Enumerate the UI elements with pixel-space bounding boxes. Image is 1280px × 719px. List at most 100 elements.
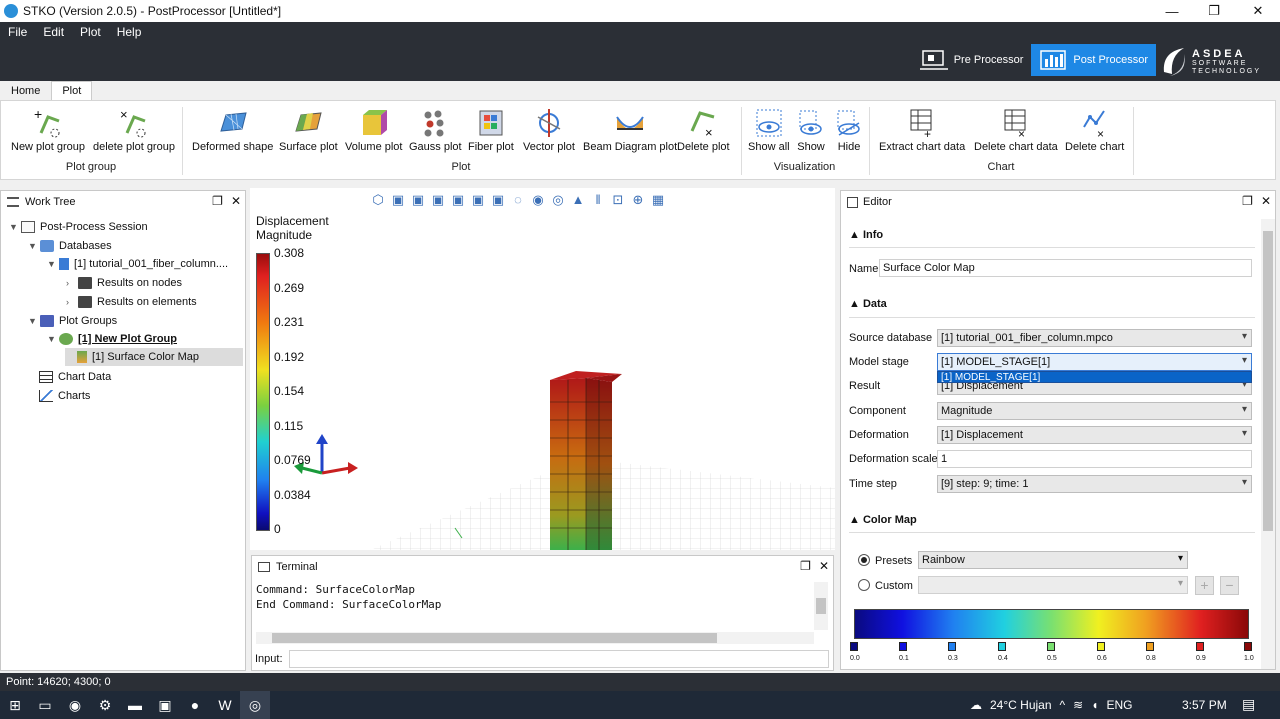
tree-node-results-nodes[interactable]: › Results on nodes — [66, 274, 182, 292]
view-right-icon[interactable]: ▣ — [450, 192, 466, 208]
tree-node-chart-data[interactable]: Chart Data — [39, 368, 111, 386]
def-scale-input[interactable]: 1 — [937, 450, 1252, 468]
post-processor-button[interactable]: Post Processor — [1031, 44, 1156, 76]
color-stop-handle[interactable] — [850, 642, 858, 651]
custom-radio[interactable] — [858, 579, 870, 591]
show-all-view-icon[interactable]: ◌ — [510, 192, 526, 208]
menu-help[interactable]: Help — [109, 22, 150, 42]
close-button[interactable]: ✕ — [1236, 0, 1280, 22]
section-colormap-header[interactable]: ▲ Color Map — [849, 514, 917, 526]
delete-chart-button[interactable]: × Delete chart — [1065, 107, 1124, 153]
windows-start-icon[interactable]: ⊞ — [0, 691, 30, 719]
presets-select[interactable]: Rainbow ▾ — [918, 551, 1188, 569]
close-icon[interactable]: ✕ — [231, 194, 241, 208]
tree-node-database-file[interactable]: ▼ [1] tutorial_001_fiber_column.... — [47, 255, 228, 273]
menu-plot[interactable]: Plot — [72, 22, 109, 42]
custom-select[interactable]: ▾ — [918, 576, 1188, 594]
close-icon[interactable]: ✕ — [819, 559, 829, 573]
presets-radio[interactable] — [858, 554, 870, 566]
tree-node-new-plot-group[interactable]: ▼ [1] New Plot Group — [47, 330, 177, 348]
deformed-shape-button[interactable]: Deformed shape — [192, 107, 273, 153]
section-data-header[interactable]: ▲ Data — [849, 298, 887, 310]
colormap-bar[interactable] — [854, 609, 1249, 639]
color-stop-handle[interactable] — [948, 642, 956, 651]
file-explorer-icon[interactable]: ▬ — [120, 691, 150, 719]
chevron-down-icon[interactable]: ▼ — [47, 259, 59, 269]
show-all-button[interactable]: Show all — [748, 107, 790, 153]
tab-home[interactable]: Home — [0, 81, 51, 101]
view-front-icon[interactable]: ▣ — [390, 192, 406, 208]
wifi-icon[interactable]: ≋ — [1073, 698, 1083, 712]
delete-plot-group-button[interactable]: × delete plot group — [93, 107, 175, 153]
float-icon[interactable]: ❐ — [1242, 194, 1253, 208]
minimize-button[interactable]: — — [1150, 0, 1194, 22]
show-button[interactable]: Show — [796, 107, 826, 153]
store-icon[interactable]: ▣ — [150, 691, 180, 719]
component-select[interactable]: Magnitude ▾ — [937, 402, 1252, 420]
color-stop-handle[interactable] — [998, 642, 1006, 651]
weather-text[interactable]: 24°C Hujan — [990, 698, 1052, 712]
grid-toggle-icon[interactable]: ▦ — [650, 192, 666, 208]
word-icon[interactable]: W — [210, 691, 240, 719]
show-view-icon[interactable]: ◉ — [530, 192, 546, 208]
surface-plot-button[interactable]: Surface plot — [279, 107, 338, 153]
float-icon[interactable]: ❐ — [800, 559, 811, 573]
menu-file[interactable]: File — [0, 22, 35, 42]
name-input[interactable]: Surface Color Map — [879, 259, 1252, 277]
color-stop-handle[interactable] — [1196, 642, 1204, 651]
view-iso-icon[interactable]: ⬡ — [370, 192, 386, 208]
notification-icon[interactable]: ▤ — [1242, 696, 1255, 713]
color-stop-handle[interactable] — [1244, 642, 1252, 651]
speaker-icon[interactable]: ◖ — [1091, 698, 1098, 712]
tree-node-charts[interactable]: Charts — [39, 387, 90, 405]
chevron-right-icon[interactable]: › — [66, 278, 78, 288]
fiber-plot-button[interactable]: Fiber plot — [468, 107, 514, 153]
gauss-plot-button[interactable]: Gauss plot — [409, 107, 462, 153]
language-indicator[interactable]: ENG — [1106, 698, 1132, 712]
chevron-down-icon[interactable]: ▼ — [9, 222, 21, 232]
perspective-icon[interactable]: ▲ — [570, 192, 586, 208]
timestep-select[interactable]: [9] step: 9; time: 1 ▾ — [937, 475, 1252, 493]
float-icon[interactable]: ❐ — [212, 194, 223, 208]
beam-diagram-plot-button[interactable]: Beam Diagram plot — [583, 107, 677, 153]
hide-view-icon[interactable]: ◎ — [550, 192, 566, 208]
volume-plot-button[interactable]: Volume plot — [345, 107, 402, 153]
extract-chart-data-button[interactable]: + Extract chart data — [879, 107, 965, 153]
delete-chart-data-button[interactable]: × Delete chart data — [974, 107, 1058, 153]
deformation-select[interactable]: [1] Displacement ▾ — [937, 426, 1252, 444]
view-back-icon[interactable]: ▣ — [410, 192, 426, 208]
pre-processor-button[interactable]: Pre Processor — [912, 44, 1032, 76]
tree-node-surface-color-map[interactable]: [1] Surface Color Map — [65, 348, 243, 366]
close-icon[interactable]: ✕ — [1261, 194, 1271, 208]
view-top-icon[interactable]: ▣ — [470, 192, 486, 208]
color-stop-handle[interactable] — [899, 642, 907, 651]
section-info-header[interactable]: ▲ Info — [849, 229, 883, 241]
zoom-app-icon[interactable]: ● — [180, 691, 210, 719]
chevron-down-icon[interactable]: ▼ — [47, 334, 59, 344]
chevron-up-icon[interactable]: ^ — [1060, 698, 1066, 712]
color-stop-handle[interactable] — [1097, 642, 1105, 651]
zoom-icon[interactable]: ⊕ — [630, 192, 646, 208]
tree-node-results-elements[interactable]: › Results on elements — [66, 293, 197, 311]
clock[interactable]: 3:57 PM — [1182, 698, 1227, 712]
command-input[interactable] — [289, 650, 829, 668]
tree-node-databases[interactable]: ▼ Databases — [28, 237, 112, 255]
delete-plot-button[interactable]: × Delete plot — [677, 107, 730, 153]
hide-button[interactable]: Hide — [834, 107, 864, 153]
chevron-right-icon[interactable]: › — [66, 297, 78, 307]
tab-plot[interactable]: Plot — [51, 81, 93, 101]
3d-viewport[interactable]: Displacement Magnitude 0.308 0.269 0.231… — [250, 188, 835, 550]
view-bottom-icon[interactable]: ▣ — [490, 192, 506, 208]
editor-scrollbar[interactable] — [1261, 219, 1275, 669]
desktop-icon[interactable]: ▭ — [30, 691, 60, 719]
tree-node-session[interactable]: ▼ Post-Process Session — [9, 218, 148, 236]
view-left-icon[interactable]: ▣ — [430, 192, 446, 208]
model-stage-select[interactable]: [1] MODEL_STAGE[1] ▾ — [937, 353, 1252, 371]
new-plot-group-button[interactable]: + New plot group — [11, 107, 85, 153]
menu-edit[interactable]: Edit — [35, 22, 72, 42]
remove-color-button[interactable]: − — [1220, 576, 1239, 595]
terminal-hscrollbar[interactable] — [256, 632, 814, 644]
add-color-button[interactable]: + — [1195, 576, 1214, 595]
color-stop-handle[interactable] — [1047, 642, 1055, 651]
tree-node-plot-groups[interactable]: ▼ Plot Groups — [28, 312, 117, 330]
